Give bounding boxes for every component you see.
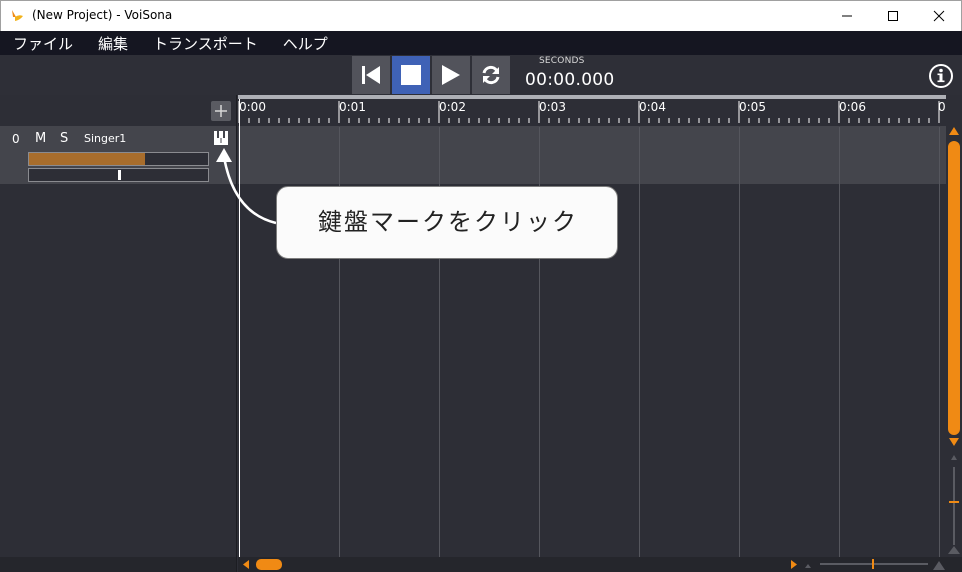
ruler-label: 0 xyxy=(938,100,946,114)
close-icon xyxy=(933,10,945,22)
track-list-panel: 0 M S Singer1 xyxy=(0,95,237,572)
track-number: 0 xyxy=(12,132,20,146)
volume-slider[interactable] xyxy=(28,152,209,166)
ruler-label: 0:05 xyxy=(739,100,766,114)
loop-icon xyxy=(482,65,500,85)
vertical-scroll-thumb[interactable] xyxy=(948,141,960,435)
scroll-up-icon[interactable] xyxy=(946,125,962,137)
ruler-label: 0:04 xyxy=(639,100,666,114)
timeline-area[interactable]: 0:00 0:01 0:02 0:03 0:04 0:05 0:06 0 xyxy=(238,95,946,557)
skip-to-start-icon xyxy=(362,66,380,84)
pan-knob[interactable] xyxy=(118,170,121,180)
menu-edit[interactable]: 編集 xyxy=(98,33,128,54)
close-button[interactable] xyxy=(916,1,962,31)
info-icon[interactable] xyxy=(928,63,954,89)
voisona-logo-icon xyxy=(12,10,23,21)
grid-line xyxy=(939,127,940,557)
play-icon xyxy=(442,65,460,85)
stop-button[interactable] xyxy=(392,56,430,94)
zoom-icon xyxy=(951,455,957,460)
loop-button[interactable] xyxy=(472,56,510,94)
menu-transport[interactable]: トランスポート xyxy=(153,33,258,54)
ruler-label: 0:03 xyxy=(539,100,566,114)
maximize-button[interactable] xyxy=(870,1,916,31)
title-bar: (New Project) - VoiSona xyxy=(0,0,962,31)
ruler-label: 0:00 xyxy=(239,100,266,114)
time-readout: 00:00.000 xyxy=(525,70,615,90)
minimize-button[interactable] xyxy=(824,1,870,31)
grid-line xyxy=(739,127,740,557)
add-track-button[interactable] xyxy=(211,101,231,121)
horizontal-scroll-thumb[interactable] xyxy=(256,559,282,570)
zoom-icon xyxy=(805,564,811,568)
ruler-label: 0:01 xyxy=(339,100,366,114)
left-panel-scrollbar[interactable] xyxy=(0,557,236,572)
scroll-left-icon[interactable] xyxy=(241,557,251,572)
maximize-icon xyxy=(888,11,898,21)
menu-bar: ファイル 編集 トランスポート ヘルプ xyxy=(0,31,962,55)
horizontal-zoom-knob[interactable] xyxy=(872,559,874,569)
zoom-icon xyxy=(933,561,945,570)
scroll-right-icon[interactable] xyxy=(789,557,799,572)
grid-line xyxy=(839,127,840,557)
window-title: (New Project) - VoiSona xyxy=(32,8,173,22)
horizontal-scrollbar[interactable] xyxy=(238,557,962,572)
vertical-zoom-slider[interactable] xyxy=(949,467,959,545)
pan-slider[interactable] xyxy=(28,168,209,182)
menu-file[interactable]: ファイル xyxy=(13,33,73,54)
track-row[interactable]: 0 M S Singer1 xyxy=(0,126,236,184)
solo-button[interactable]: S xyxy=(60,131,68,146)
ruler-label: 0:02 xyxy=(439,100,466,114)
minimize-icon xyxy=(842,15,852,17)
skip-to-start-button[interactable] xyxy=(352,56,390,94)
plus-icon xyxy=(215,105,227,117)
horizontal-zoom-slider[interactable] xyxy=(820,559,928,569)
time-ruler[interactable]: 0:00 0:01 0:02 0:03 0:04 0:05 0:06 0 xyxy=(238,99,946,127)
time-unit-label: SECONDS xyxy=(539,56,585,66)
vertical-scrollbar[interactable] xyxy=(946,95,962,557)
stop-icon xyxy=(401,65,421,85)
volume-fill xyxy=(29,153,145,165)
vertical-zoom-knob[interactable] xyxy=(949,501,959,503)
scroll-down-icon[interactable] xyxy=(946,436,962,448)
instruction-callout: 鍵盤マークをクリック xyxy=(276,186,618,259)
play-button[interactable] xyxy=(432,56,470,94)
transport-toolbar: SECONDS 00:00.000 xyxy=(0,55,962,95)
track-name[interactable]: Singer1 xyxy=(84,132,126,145)
mute-button[interactable]: M xyxy=(35,131,46,146)
grid-line xyxy=(639,127,640,557)
ruler-label: 0:06 xyxy=(839,100,866,114)
zoom-icon xyxy=(948,546,960,554)
callout-text: 鍵盤マークをクリック xyxy=(318,208,578,236)
menu-help[interactable]: ヘルプ xyxy=(283,33,328,54)
